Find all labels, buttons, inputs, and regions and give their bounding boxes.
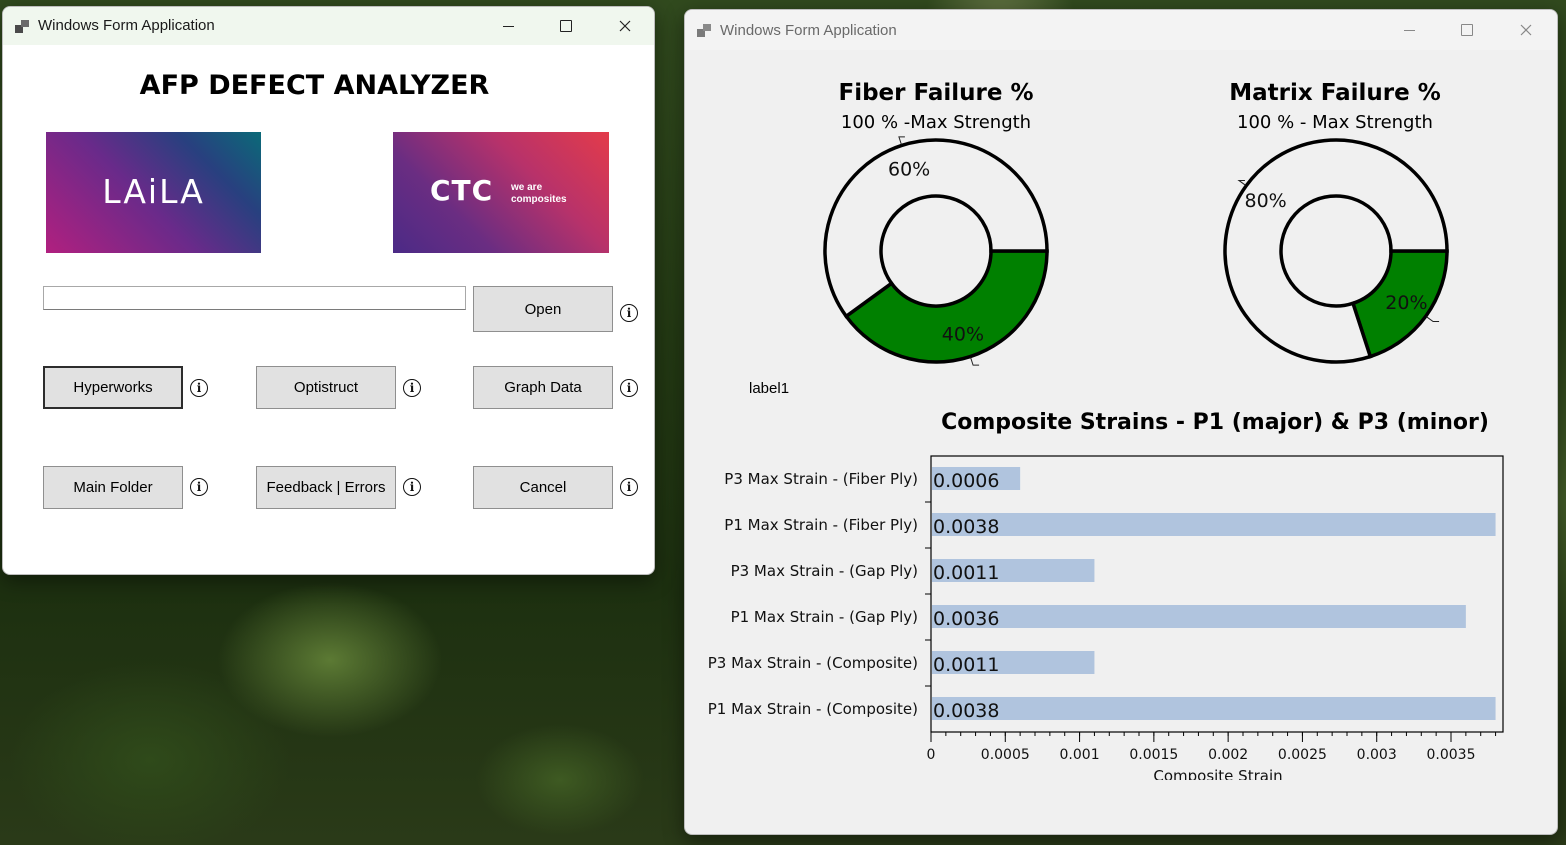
x-tick-label: 0.0015 bbox=[1129, 747, 1178, 763]
main-folder-button[interactable]: Main Folder bbox=[43, 466, 183, 509]
info-icon[interactable]: i bbox=[620, 379, 638, 397]
close-button[interactable] bbox=[605, 11, 645, 41]
strain-bar-chart: 0.0006 P3 Max Strain - (Fiber Ply) 0.0038 P… bbox=[708, 455, 1504, 780]
x-axis-label: Composite Strain bbox=[1153, 767, 1282, 780]
category-label: P1 Max Strain - (Composite) bbox=[708, 700, 918, 718]
app-icon bbox=[697, 24, 711, 37]
minimize-button[interactable] bbox=[488, 11, 528, 41]
fiber-leader-line bbox=[970, 357, 980, 366]
bar-value-label: 0.0036 bbox=[933, 608, 999, 630]
strain-bar bbox=[932, 513, 1496, 536]
bar-value-label: 0.0011 bbox=[933, 654, 999, 676]
window-title: Windows Form Application bbox=[720, 22, 897, 39]
category-label: P3 Max Strain - (Gap Ply) bbox=[731, 562, 918, 580]
app-heading: AFP DEFECT ANALYZER bbox=[139, 70, 490, 101]
maximize-icon bbox=[560, 20, 572, 32]
ctc-tagline-1: we are bbox=[511, 182, 543, 193]
fiber-chart-subtitle: 100 % -Max Strength bbox=[840, 112, 1032, 133]
fiber-chart-title: Fiber Failure % bbox=[838, 80, 1034, 106]
strain-bar bbox=[932, 605, 1466, 628]
info-icon[interactable]: i bbox=[620, 304, 638, 322]
x-tick-label: 0.003 bbox=[1357, 747, 1397, 763]
minimize-button[interactable] bbox=[1389, 15, 1429, 45]
optistruct-button[interactable]: Optistruct bbox=[256, 366, 396, 409]
plot-area bbox=[930, 455, 1504, 733]
info-icon[interactable]: i bbox=[620, 478, 638, 496]
fiber-slice-label: 60% bbox=[888, 158, 930, 180]
graph-data-button[interactable]: Graph Data bbox=[473, 366, 613, 409]
category-label: P3 Max Strain - (Fiber Ply) bbox=[724, 470, 918, 488]
maximize-icon bbox=[1461, 24, 1473, 36]
graph-form-window: Windows Form Application Fiber Failure %… bbox=[684, 9, 1558, 835]
window-title: Windows Form Application bbox=[38, 17, 215, 34]
strain-chart-title: Composite Strains - P1 (major) & P3 (min… bbox=[941, 410, 1489, 435]
maximize-button[interactable] bbox=[546, 11, 586, 41]
ctc-tagline-2: composites bbox=[511, 194, 567, 205]
matrix-donut-chart: 20% 80% bbox=[1223, 138, 1449, 364]
ctc-logo: CTC we are composites bbox=[393, 132, 609, 253]
close-icon bbox=[1520, 24, 1532, 36]
fiber-donut-chart: 40% 60% bbox=[823, 136, 1049, 366]
category-label: P3 Max Strain - (Composite) bbox=[708, 654, 918, 672]
x-tick-label: 0.0005 bbox=[981, 747, 1030, 763]
matrix-chart-title: Matrix Failure % bbox=[1229, 80, 1441, 106]
title-bar[interactable]: Windows Form Application bbox=[685, 10, 1557, 50]
title-bar[interactable]: Windows Form Application bbox=[3, 7, 654, 45]
matrix-chart-subtitle: 100 % - Max Strength bbox=[1237, 112, 1433, 133]
maximize-button[interactable] bbox=[1447, 15, 1487, 45]
x-tick-label: 0.001 bbox=[1060, 747, 1100, 763]
fiber-slice-label: 40% bbox=[942, 324, 984, 346]
open-button[interactable]: Open bbox=[473, 286, 613, 332]
bar-value-label: 0.0038 bbox=[933, 700, 999, 722]
x-tick-label: 0 bbox=[927, 747, 936, 763]
app-icon bbox=[15, 20, 29, 33]
bar-value-label: 0.0011 bbox=[933, 562, 999, 584]
laila-logo: LAiLA bbox=[46, 132, 261, 253]
close-icon bbox=[619, 20, 631, 32]
file-path-input[interactable] bbox=[43, 286, 466, 310]
laila-logo-text: LAiLA bbox=[102, 172, 205, 211]
x-tick-label: 0.0025 bbox=[1278, 747, 1327, 763]
minimize-icon bbox=[1403, 29, 1415, 31]
minimize-icon bbox=[502, 25, 514, 27]
info-icon[interactable]: i bbox=[403, 478, 421, 496]
info-icon[interactable]: i bbox=[190, 478, 208, 496]
close-button[interactable] bbox=[1506, 15, 1546, 45]
bar-value-label: 0.0038 bbox=[933, 516, 999, 538]
hyperworks-button[interactable]: Hyperworks bbox=[43, 366, 183, 409]
matrix-slice-label: 20% bbox=[1385, 292, 1427, 314]
ctc-logo-text: CTC bbox=[430, 174, 494, 207]
x-tick-label: 0.0035 bbox=[1427, 747, 1476, 763]
cancel-button[interactable]: Cancel bbox=[473, 466, 613, 509]
bar-value-label: 0.0006 bbox=[933, 470, 999, 492]
x-tick-label: 0.002 bbox=[1208, 747, 1248, 763]
matrix-leader-line bbox=[1426, 316, 1440, 323]
info-icon[interactable]: i bbox=[403, 379, 421, 397]
feedback-errors-button[interactable]: Feedback | Errors bbox=[256, 466, 396, 509]
matrix-slice-label: 80% bbox=[1244, 190, 1286, 212]
info-icon[interactable]: i bbox=[190, 379, 208, 397]
main-form-window: Windows Form Application AFP DEFECT ANAL… bbox=[2, 6, 655, 575]
matrix-leader-line bbox=[1237, 179, 1246, 186]
label1: label1 bbox=[749, 380, 790, 397]
strain-bar bbox=[932, 697, 1496, 720]
category-label: P1 Max Strain - (Fiber Ply) bbox=[724, 516, 918, 534]
category-label: P1 Max Strain - (Gap Ply) bbox=[731, 608, 918, 626]
